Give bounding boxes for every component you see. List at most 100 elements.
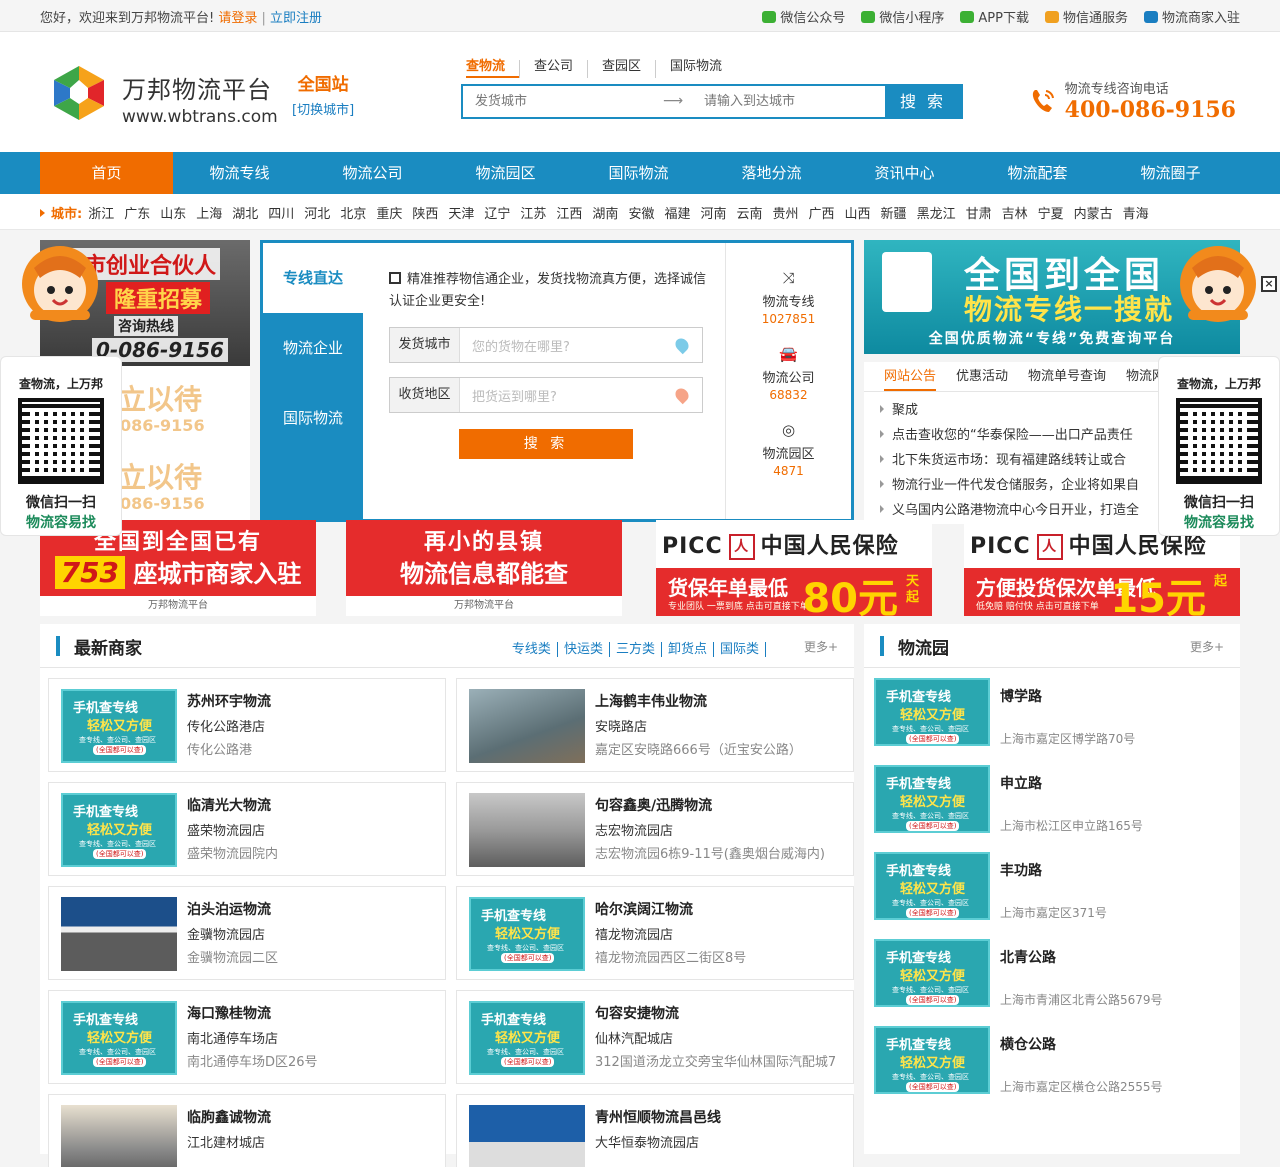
register-link[interactable]: 立即注册 xyxy=(270,11,322,26)
nav-item-4[interactable]: 国际物流 xyxy=(572,152,705,194)
float-qr-left[interactable]: 查物流，上万邦 微信扫一扫 物流容易找 xyxy=(0,238,122,538)
nav-item-6[interactable]: 资讯中心 xyxy=(838,152,971,194)
park-item[interactable]: 手机查专线 轻松又方便 查专线、查公司、查园区 (全国都可以查) 北青公路 上海市青浦区北… xyxy=(874,939,1230,1017)
nav-item-1[interactable]: 物流专线 xyxy=(173,152,306,194)
merchant-card[interactable]: 临朐鑫诚物流 江北建材城店 xyxy=(48,1094,446,1167)
notice-tab-1[interactable]: 优惠活动 xyxy=(956,362,1008,391)
search-tab-0[interactable]: 查物流 xyxy=(466,60,520,78)
panel-tab-0[interactable]: 专线直达 xyxy=(263,243,363,313)
city-link[interactable]: 辽宁 xyxy=(484,203,510,222)
stat-0[interactable]: ⤨ 物流专线 1027851 xyxy=(726,269,851,326)
panel-tab-1[interactable]: 物流企业 xyxy=(263,313,363,383)
city-link[interactable]: 福建 xyxy=(664,203,690,222)
park-item[interactable]: 手机查专线 轻松又方便 查专线、查公司、查园区 (全国都可以查) 丰功路 上海市嘉定区37… xyxy=(874,852,1230,930)
park-name[interactable]: 丰功路 xyxy=(1000,860,1042,880)
merchant-card[interactable]: 泊头泊运物流 金骥物流园店 金骥物流园二区 xyxy=(48,886,446,980)
city-link[interactable]: 湖北 xyxy=(232,203,258,222)
park-name[interactable]: 北青公路 xyxy=(1000,947,1056,967)
category-link[interactable]: 卸货点 xyxy=(661,642,714,657)
promo-banner-2[interactable]: PICC 人中国人民保险 货保年单最低 专业团队 一票到底 点击可直接下单 80元 天起 xyxy=(656,520,932,616)
panel-search-button[interactable]: 搜 索 xyxy=(459,429,633,459)
nav-item-2[interactable]: 物流公司 xyxy=(306,152,439,194)
city-link[interactable]: 山东 xyxy=(160,203,186,222)
stat-1[interactable]: 🚘 物流公司 68832 xyxy=(726,345,851,402)
city-link[interactable]: 上海 xyxy=(196,203,222,222)
nav-item-5[interactable]: 落地分流 xyxy=(705,152,838,194)
category-link[interactable]: 国际类 xyxy=(713,642,766,657)
nav-item-8[interactable]: 物流圈子 xyxy=(1104,152,1237,194)
stat-2[interactable]: ◎ 物流园区 4871 xyxy=(726,421,851,478)
merchant-name[interactable]: 句容鑫奥/迅腾物流 xyxy=(595,795,712,815)
city-link[interactable]: 重庆 xyxy=(376,203,402,222)
top-link-4[interactable]: 物流商家入驻 xyxy=(1143,7,1240,26)
merchant-name[interactable]: 句容安捷物流 xyxy=(595,1003,679,1023)
top-link-2[interactable]: APP下载 xyxy=(960,7,1029,26)
park-name[interactable]: 申立路 xyxy=(1000,773,1042,793)
merchant-card[interactable]: 手机查专线 轻松又方便 查专线、查公司、查园区 (全国都可以查) 临清光大物流 盛荣物流园… xyxy=(48,782,446,876)
city-link[interactable]: 甘肃 xyxy=(966,203,992,222)
close-icon[interactable]: × xyxy=(1261,276,1277,292)
merchant-name[interactable]: 临朐鑫诚物流 xyxy=(187,1107,271,1127)
merchant-card[interactable]: 手机查专线 轻松又方便 查专线、查公司、查园区 (全国都可以查) 句容安捷物流 仙林汽配城… xyxy=(456,990,854,1084)
top-link-0[interactable]: 微信公众号 xyxy=(762,7,845,26)
panel-tab-2[interactable]: 国际物流 xyxy=(263,383,363,453)
logo-text[interactable]: 万邦物流平台 www.wbtrans.com xyxy=(122,70,278,127)
city-link[interactable]: 河北 xyxy=(304,203,330,222)
city-link[interactable]: 内蒙古 xyxy=(1074,203,1113,222)
notice-tab-2[interactable]: 物流单号查询 xyxy=(1028,362,1106,391)
city-link[interactable]: 新疆 xyxy=(881,203,907,222)
city-link[interactable]: 天津 xyxy=(448,203,474,222)
city-link[interactable]: 四川 xyxy=(268,203,294,222)
promo-banner-1[interactable]: 再小的县镇 物流信息都能查 万邦物流平台 xyxy=(346,520,622,616)
merchant-card[interactable]: 青州恒顺物流昌邑线 大华恒泰物流园店 xyxy=(456,1094,854,1167)
city-link[interactable]: 山西 xyxy=(845,203,871,222)
merchant-name[interactable]: 苏州环宇物流 xyxy=(187,691,271,711)
merchant-name[interactable]: 临清光大物流 xyxy=(187,795,271,815)
notice-tab-0[interactable]: 网站公告 xyxy=(884,362,937,391)
to-field[interactable]: 收货地区 把货运到哪里? xyxy=(389,377,703,413)
login-link[interactable]: 请登录 xyxy=(218,11,257,26)
park-name[interactable]: 横仓公路 xyxy=(1000,1034,1056,1054)
city-link[interactable]: 宁夏 xyxy=(1038,203,1064,222)
park-item[interactable]: 手机查专线 轻松又方便 查专线、查公司、查园区 (全国都可以查) 横仓公路 上海市嘉定区横… xyxy=(874,1026,1230,1104)
nav-item-3[interactable]: 物流园区 xyxy=(439,152,572,194)
merchant-card[interactable]: 上海鹤丰伟业物流 安晓路店 嘉定区安晓路666号（近宝安公路） xyxy=(456,678,854,772)
category-link[interactable]: 快运类 xyxy=(557,642,610,657)
city-link[interactable]: 江西 xyxy=(556,203,582,222)
merchant-card[interactable]: 句容鑫奥/迅腾物流 志宏物流园店 志宏物流园6栋9-11号(鑫奥烟台威海内) xyxy=(456,782,854,876)
city-link[interactable]: 湖南 xyxy=(592,203,618,222)
category-link[interactable]: 三方类 xyxy=(609,642,662,657)
from-field-input[interactable]: 您的货物在哪里? xyxy=(460,336,676,355)
city-link[interactable]: 北京 xyxy=(340,203,366,222)
top-link-3[interactable]: 物信通服务 xyxy=(1044,7,1128,26)
search-tab-1[interactable]: 查公司 xyxy=(519,60,587,78)
merchant-name[interactable]: 哈尔滨阔江物流 xyxy=(595,899,693,919)
to-field-input[interactable]: 把货运到哪里? xyxy=(460,386,676,405)
search-button[interactable]: 搜 索 xyxy=(885,86,961,117)
city-link[interactable]: 贵州 xyxy=(773,203,799,222)
switch-city-link[interactable]: [切换城市] xyxy=(292,99,354,118)
merchant-card[interactable]: 手机查专线 轻松又方便 查专线、查公司、查园区 (全国都可以查) 海口豫桂物流 南北通停车… xyxy=(48,990,446,1084)
logo-icon[interactable] xyxy=(48,62,110,124)
top-link-1[interactable]: 微信小程序 xyxy=(861,7,944,26)
merchant-name[interactable]: 青州恒顺物流昌邑线 xyxy=(595,1107,721,1127)
city-link[interactable]: 青海 xyxy=(1123,203,1149,222)
park-item[interactable]: 手机查专线 轻松又方便 查专线、查公司、查园区 (全国都可以查) 申立路 上海市松江区申立… xyxy=(874,765,1230,843)
city-link[interactable]: 安徽 xyxy=(628,203,654,222)
merchants-more-link[interactable]: 更多+ xyxy=(804,638,838,655)
city-link[interactable]: 江苏 xyxy=(520,203,546,222)
park-name[interactable]: 博学路 xyxy=(1000,686,1042,706)
merchant-name[interactable]: 泊头泊运物流 xyxy=(187,899,271,919)
parks-more-link[interactable]: 更多+ xyxy=(1190,638,1224,655)
nav-item-0[interactable]: 首页 xyxy=(40,152,173,194)
from-field[interactable]: 发货城市 您的货物在哪里? xyxy=(389,327,703,363)
park-item[interactable]: 手机查专线 轻松又方便 查专线、查公司、查园区 (全国都可以查) 博学路 上海市嘉定区博学… xyxy=(874,678,1230,756)
city-link[interactable]: 吉林 xyxy=(1002,203,1028,222)
city-link[interactable]: 河南 xyxy=(700,203,726,222)
city-link[interactable]: 广西 xyxy=(809,203,835,222)
city-link[interactable]: 广东 xyxy=(124,203,150,222)
city-link[interactable]: 陕西 xyxy=(412,203,438,222)
from-city-input[interactable]: 发货城市 xyxy=(463,86,648,117)
city-link[interactable]: 浙江 xyxy=(88,203,114,222)
category-link[interactable]: 专线类 xyxy=(505,642,558,657)
